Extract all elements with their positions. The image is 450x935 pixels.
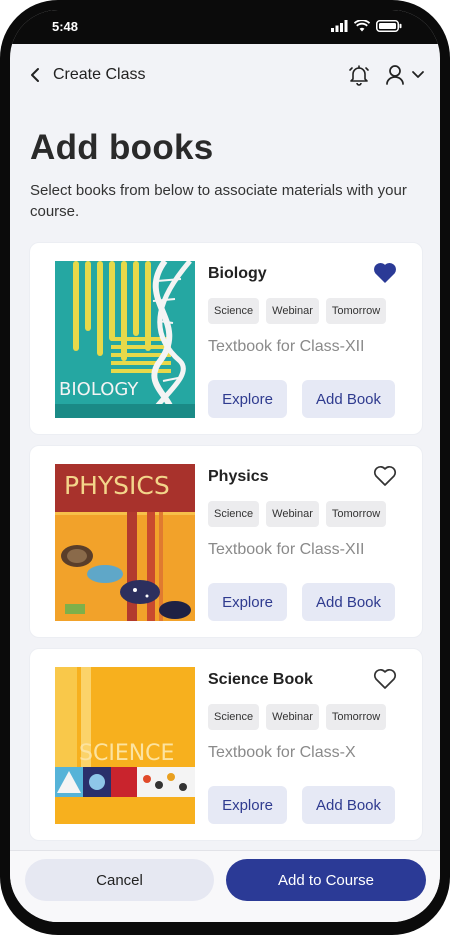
explore-button[interactable]: Explore <box>208 583 287 621</box>
tag-subject: Science <box>208 501 260 527</box>
add-to-course-button[interactable]: Add to Course <box>226 859 426 901</box>
book-card-physics[interactable]: PHYSICS Physics Science Webinar Tomorrow… <box>29 445 423 638</box>
book-subtitle: Textbook for Class-X <box>208 744 356 761</box>
tag-subject: Science <box>208 704 260 730</box>
book-title: Science Book <box>208 671 313 688</box>
status-bar: 5:48 <box>10 10 440 44</box>
tag-when: Tomorrow <box>325 501 387 527</box>
top-app-bar: Create Class <box>10 44 440 104</box>
user-icon[interactable] <box>385 64 405 86</box>
wifi-icon <box>354 20 370 32</box>
screen-title: Create Class <box>53 66 146 83</box>
tag-format: Webinar <box>266 704 319 730</box>
add-book-button[interactable]: Add Book <box>302 583 395 621</box>
book-cover-physics: PHYSICS <box>55 464 195 621</box>
heart-outline-icon[interactable] <box>373 668 397 690</box>
physics-cover-title: PHYSICS <box>64 471 170 500</box>
book-cover-biology: BIOLOGY <box>55 261 195 418</box>
bell-icon[interactable] <box>348 64 370 86</box>
page-title: Add books <box>30 128 214 167</box>
tag-format: Webinar <box>266 298 319 324</box>
add-book-button[interactable]: Add Book <box>302 786 395 824</box>
heart-filled-icon[interactable] <box>373 262 397 284</box>
tag-when: Tomorrow <box>325 704 387 730</box>
page-subtitle: Select books from below to associate mat… <box>30 182 407 220</box>
book-tags: Science Webinar Tomorrow <box>208 704 387 730</box>
book-tags: Science Webinar Tomorrow <box>208 298 387 324</box>
book-card-biology[interactable]: BIOLOGY Biology Science Webinar Tomorrow… <box>29 242 423 435</box>
book-subtitle: Textbook for Class-XII <box>208 541 365 558</box>
book-cover-science: SCIENCE <box>55 667 195 824</box>
science-cover-title: SCIENCE <box>79 741 174 766</box>
tag-subject: Science <box>208 298 260 324</box>
bottom-action-bar: Cancel Add to Course <box>10 850 440 922</box>
back-icon[interactable] <box>28 67 42 83</box>
phone-frame: 5:48 Create Class Add books Select books… <box>0 0 450 935</box>
book-tags: Science Webinar Tomorrow <box>208 501 387 527</box>
status-time: 5:48 <box>52 19 79 34</box>
tag-format: Webinar <box>266 501 319 527</box>
signal-icon <box>331 20 348 32</box>
heart-outline-icon[interactable] <box>373 465 397 487</box>
book-subtitle: Textbook for Class-XII <box>208 338 365 355</box>
app-screen: 5:48 Create Class Add books Select books… <box>10 10 440 922</box>
caret-down-icon[interactable] <box>411 70 425 80</box>
cancel-button[interactable]: Cancel <box>25 859 214 901</box>
book-title: Biology <box>208 265 267 282</box>
biology-cover-title: BIOLOGY <box>59 379 139 400</box>
battery-icon <box>376 20 402 32</box>
tag-when: Tomorrow <box>325 298 387 324</box>
add-book-button[interactable]: Add Book <box>302 380 395 418</box>
book-title: Physics <box>208 468 269 485</box>
explore-button[interactable]: Explore <box>208 380 287 418</box>
status-icons <box>331 20 402 32</box>
explore-button[interactable]: Explore <box>208 786 287 824</box>
book-card-science[interactable]: SCIENCE Science Book Science Webinar Tom… <box>29 648 423 841</box>
